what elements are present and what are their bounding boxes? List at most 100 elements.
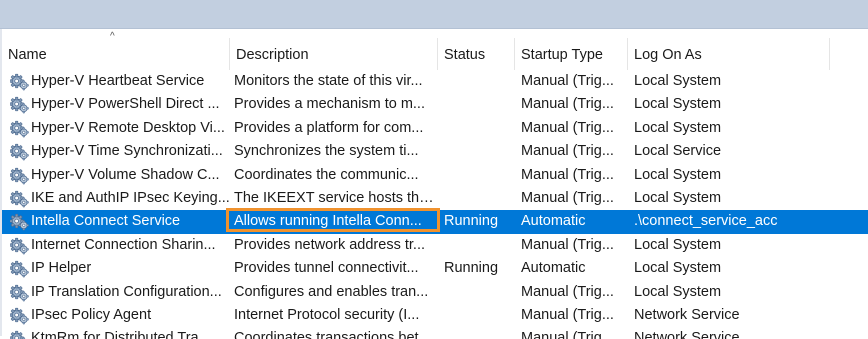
gear-service-icon bbox=[10, 120, 29, 138]
gear-service-icon bbox=[10, 307, 29, 325]
service-status: Running bbox=[444, 260, 499, 277]
service-log-on-as: Local System bbox=[634, 283, 722, 300]
service-log-on-as: Local System bbox=[634, 73, 722, 89]
service-startup-type: Manual (Trig... bbox=[521, 119, 614, 136]
startup-type-header-label: Startup Type bbox=[521, 47, 603, 63]
column-log-on-as-header[interactable]: Log On As bbox=[628, 38, 830, 70]
service-description: Allows running Intella Conn... bbox=[234, 213, 422, 230]
service-startup-type: Automatic bbox=[521, 260, 586, 277]
service-name: IP Translation Configuration... bbox=[31, 283, 222, 300]
service-startup-type: Manual (Trig... bbox=[521, 189, 614, 206]
service-name: KtmRm for Distributed Tra... bbox=[31, 330, 211, 339]
service-startup-type: Manual (Trig... bbox=[521, 143, 614, 160]
column-name-header[interactable]: Name ^ bbox=[2, 31, 230, 70]
service-status bbox=[444, 140, 516, 163]
service-description: Provides a mechanism to m... bbox=[234, 96, 425, 113]
service-description: Internet Protocol security (I... bbox=[234, 306, 420, 323]
service-row[interactable]: IPsec Policy Agent Internet Protocol secu… bbox=[2, 304, 868, 327]
service-name-cell: KtmRm for Distributed Tra... bbox=[8, 327, 230, 339]
service-name-cell: Hyper-V PowerShell Direct ... bbox=[8, 93, 230, 116]
description-header-label: Description bbox=[236, 47, 309, 63]
service-status bbox=[444, 164, 516, 187]
service-status bbox=[444, 187, 516, 210]
service-description: The IKEEXT service hosts the... bbox=[234, 189, 438, 206]
services-list: Hyper-V Heartbeat Service Monitors the st… bbox=[2, 70, 868, 339]
service-name: IKE and AuthIP IPsec Keying... bbox=[31, 189, 230, 206]
service-status bbox=[444, 234, 516, 257]
gear-service-icon bbox=[10, 73, 29, 91]
service-name: IP Helper bbox=[31, 260, 92, 277]
service-description: Synchronizes the system ti... bbox=[234, 143, 419, 160]
service-startup-type: Manual (Trig... bbox=[521, 306, 614, 323]
service-name-cell: Internet Connection Sharin... bbox=[8, 234, 230, 257]
column-description-header[interactable]: Description bbox=[230, 38, 438, 70]
service-row[interactable]: Hyper-V Volume Shadow C... Coordinates th… bbox=[2, 164, 868, 187]
toolbar-strip bbox=[0, 0, 868, 29]
column-separator[interactable] bbox=[829, 38, 830, 70]
service-row[interactable]: Intella Connect Service Allows running In… bbox=[2, 208, 868, 234]
service-row[interactable]: Hyper-V Heartbeat Service Monitors the st… bbox=[2, 70, 868, 93]
service-description: Provides a platform for com... bbox=[234, 119, 424, 136]
service-row[interactable]: KtmRm for Distributed Tra... Coordinates … bbox=[2, 327, 868, 339]
status-header-label: Status bbox=[444, 47, 486, 63]
service-row[interactable]: Hyper-V Time Synchronizati... Synchronize… bbox=[2, 140, 868, 163]
gear-service-icon bbox=[10, 96, 29, 114]
service-startup-type: Manual (Trig... bbox=[521, 96, 614, 113]
gear-service-icon bbox=[10, 330, 29, 339]
service-name-cell: Hyper-V Volume Shadow C... bbox=[8, 164, 230, 187]
service-status bbox=[444, 304, 516, 327]
service-row[interactable]: IP Translation Configuration... Configure… bbox=[2, 281, 868, 304]
service-log-on-as: Network Service bbox=[634, 306, 740, 323]
gear-service-icon bbox=[10, 260, 29, 278]
log-on-as-header-label: Log On As bbox=[634, 47, 702, 63]
service-status bbox=[444, 327, 516, 339]
service-status bbox=[444, 93, 516, 116]
service-name: Internet Connection Sharin... bbox=[31, 236, 216, 253]
service-name: Hyper-V PowerShell Direct ... bbox=[31, 96, 220, 113]
service-name-cell: Hyper-V Remote Desktop Vi... bbox=[8, 117, 230, 140]
service-status bbox=[444, 117, 516, 140]
service-startup-type: Manual (Trig... bbox=[521, 236, 614, 253]
sort-ascending-icon: ^ bbox=[110, 31, 115, 42]
service-description: Coordinates the communic... bbox=[234, 166, 419, 183]
service-row[interactable]: IKE and AuthIP IPsec Keying... The IKEEXT… bbox=[2, 187, 868, 210]
gear-service-icon bbox=[10, 167, 29, 185]
service-row[interactable]: Hyper-V Remote Desktop Vi... Provides a p… bbox=[2, 117, 868, 140]
service-startup-type: Manual (Trig... bbox=[521, 283, 614, 300]
service-name-cell: Hyper-V Heartbeat Service bbox=[8, 70, 230, 93]
service-log-on-as: Local System bbox=[634, 96, 722, 113]
service-row[interactable]: IP Helper Provides tunnel connectivit... R… bbox=[2, 257, 868, 280]
gear-service-icon bbox=[10, 284, 29, 302]
service-name-cell: IP Translation Configuration... bbox=[8, 281, 230, 304]
service-startup-type: Manual (Trig... bbox=[521, 330, 614, 339]
service-name: Hyper-V Time Synchronizati... bbox=[31, 143, 223, 160]
service-log-on-as: Local System bbox=[634, 166, 722, 183]
name-header-label: Name bbox=[8, 47, 47, 63]
service-startup-type: Manual (Trig... bbox=[521, 166, 614, 183]
gear-service-icon bbox=[10, 237, 29, 255]
service-name-cell: Intella Connect Service bbox=[8, 210, 230, 233]
service-log-on-as: Local System bbox=[634, 119, 722, 136]
service-log-on-as: .\connect_service_acc bbox=[634, 213, 778, 230]
header-gap bbox=[0, 29, 868, 38]
service-description: Provides network address tr... bbox=[234, 236, 425, 253]
service-status: Running bbox=[444, 213, 499, 230]
gear-service-icon bbox=[10, 190, 29, 208]
service-row[interactable]: Hyper-V PowerShell Direct ... Provides a … bbox=[2, 93, 868, 116]
service-name: Hyper-V Heartbeat Service bbox=[31, 73, 205, 89]
service-name-cell: IP Helper bbox=[8, 257, 230, 280]
column-status-header[interactable]: Status bbox=[438, 38, 515, 70]
column-header: Name ^ Description Status Startup Type L… bbox=[2, 31, 868, 70]
service-description: Provides tunnel connectivit... bbox=[234, 260, 419, 277]
gear-service-icon bbox=[10, 213, 29, 231]
service-name-cell: Hyper-V Time Synchronizati... bbox=[8, 140, 230, 163]
service-name-cell: IPsec Policy Agent bbox=[8, 304, 230, 327]
column-startup-type-header[interactable]: Startup Type bbox=[515, 38, 628, 70]
service-log-on-as: Local System bbox=[634, 260, 722, 277]
service-row[interactable]: Internet Connection Sharin... Provides ne… bbox=[2, 234, 868, 257]
service-startup-type: Manual (Trig... bbox=[521, 73, 614, 89]
service-log-on-as: Local System bbox=[634, 236, 722, 253]
service-log-on-as: Local Service bbox=[634, 143, 722, 160]
service-name: IPsec Policy Agent bbox=[31, 306, 152, 323]
service-log-on-as: Local System bbox=[634, 189, 722, 206]
